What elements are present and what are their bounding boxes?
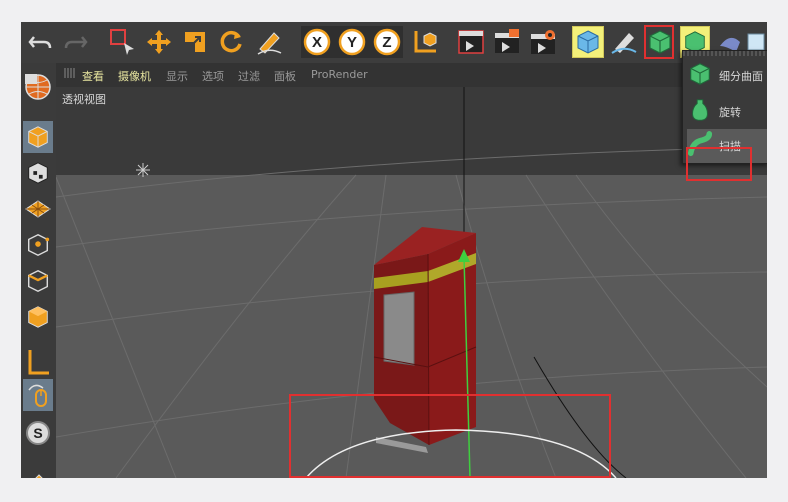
menu-display[interactable]: 显示 <box>166 68 188 84</box>
sweep-icon <box>687 131 713 161</box>
y-axis-lock-icon[interactable]: Y <box>336 26 368 58</box>
cube-object-icon[interactable] <box>572 26 604 58</box>
dropdown-item-label: 旋转 <box>719 106 741 119</box>
perspective-viewport[interactable]: 透视视图 <box>56 87 767 478</box>
workplane-lock-icon[interactable] <box>23 463 53 478</box>
menu-prorender[interactable]: ProRender <box>311 68 368 81</box>
menu-options[interactable]: 选项 <box>202 68 224 84</box>
menubar-grip-icon[interactable] <box>64 67 76 82</box>
pen-tool-icon[interactable] <box>253 26 285 58</box>
menu-view[interactable]: 查看 <box>82 68 104 84</box>
viewport-label: 透视视图 <box>59 90 109 108</box>
redo-icon[interactable] <box>59 26 91 58</box>
svg-text:S: S <box>33 425 42 441</box>
workplane-icon[interactable] <box>23 193 53 225</box>
dropdown-grip[interactable] <box>683 51 767 56</box>
make-editable-icon[interactable] <box>23 71 53 103</box>
dropdown-item-subdivision-surface[interactable]: 细分曲面 <box>687 59 767 93</box>
menu-camera[interactable]: 摄像机 <box>118 68 151 84</box>
viewport-menubar: 查看 摄像机 显示 选项 过滤 面板 ProRender <box>56 63 767 87</box>
subdivision-surface-icon <box>687 61 713 91</box>
x-axis-lock-icon[interactable]: X <box>301 26 333 58</box>
scale-icon[interactable] <box>179 26 211 58</box>
lathe-icon <box>687 97 713 127</box>
rotate-icon[interactable] <box>215 26 247 58</box>
render-picture-viewer-icon[interactable] <box>491 26 523 58</box>
z-axis-label: Z <box>382 34 391 51</box>
menu-panel[interactable]: 面板 <box>274 68 296 84</box>
y-axis-label: Y <box>347 34 357 51</box>
dropdown-item-sweep[interactable]: 扫描 <box>687 129 767 163</box>
undo-icon[interactable] <box>25 26 57 58</box>
x-axis-label: X <box>312 34 322 51</box>
coordinate-system-icon[interactable] <box>409 26 441 58</box>
render-settings-icon[interactable] <box>527 26 559 58</box>
points-mode-icon[interactable] <box>23 229 53 261</box>
cinema4d-window: X Y Z S 查看 摄像机 显示 选项 过滤 面板 ProRender 透视视… <box>21 22 767 478</box>
left-toolbar: S <box>21 63 57 478</box>
dropdown-item-lathe[interactable]: 旋转 <box>687 95 767 129</box>
z-axis-lock-icon[interactable]: Z <box>371 26 403 58</box>
light-icon[interactable] <box>136 163 150 177</box>
enable-axis-icon[interactable] <box>23 347 53 379</box>
live-select-icon[interactable] <box>107 26 139 58</box>
menu-filter[interactable]: 过滤 <box>238 68 260 84</box>
snap-icon[interactable]: S <box>23 417 53 449</box>
dropdown-item-label: 细分曲面 <box>719 70 763 83</box>
model-mode-icon[interactable] <box>23 121 53 153</box>
spline-pen-icon[interactable] <box>608 26 640 58</box>
tweak-mode-icon[interactable] <box>23 379 53 411</box>
viewport-scene <box>56 87 767 478</box>
render-view-icon[interactable] <box>455 26 487 58</box>
main-toolbar: X Y Z <box>21 22 767 64</box>
edges-mode-icon[interactable] <box>23 265 53 297</box>
polygons-mode-icon[interactable] <box>23 301 53 333</box>
texture-mode-icon[interactable] <box>23 157 53 189</box>
subdivision-surface-icon[interactable] <box>644 26 676 58</box>
dropdown-item-label: 扫描 <box>719 140 741 153</box>
move-icon[interactable] <box>143 26 175 58</box>
generator-dropdown: 细分曲面 旋转 扫描 <box>682 50 767 181</box>
